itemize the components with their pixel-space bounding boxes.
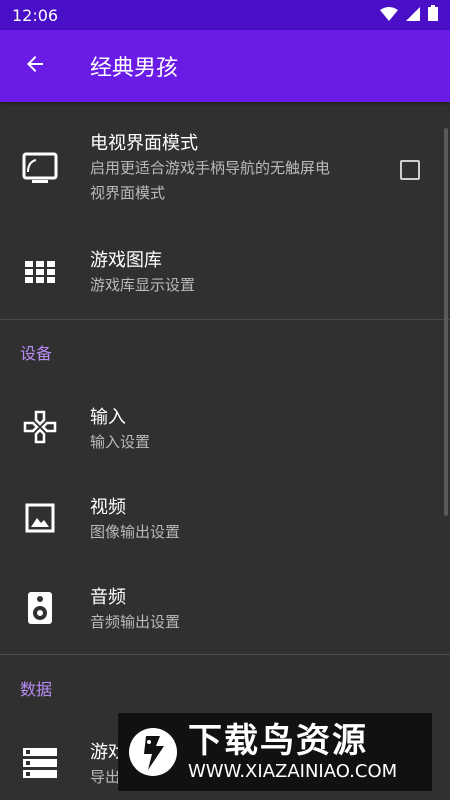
battery-icon (428, 5, 438, 25)
pref-video[interactable]: 视频 图像输出设置 (0, 482, 450, 562)
pref-tv-mode-text: 电视界面模式 启用更适合游戏手柄导航的无触屏电 视界面模式 (90, 132, 330, 206)
pref-audio[interactable]: 音频 音频输出设置 (0, 572, 450, 652)
watermark-title: 下载鸟资源 (188, 721, 368, 761)
status-bar: 12:06 (0, 0, 450, 30)
pref-summary: 游戏库显示设置 (90, 276, 196, 294)
pref-title: 视频 (90, 497, 126, 518)
image-icon (20, 498, 60, 538)
watermark-text: 下载鸟资源 WWW.XIAZAINIAO.COM (188, 721, 397, 783)
pref-summary: 音频输出设置 (90, 613, 181, 631)
pref-title: 输入 (90, 407, 126, 428)
pref-tv-mode[interactable]: 电视界面模式 启用更适合游戏手柄导航的无触屏电 视界面模式 (0, 122, 450, 222)
watermark-url: WWW.XIAZAINIAO.COM (188, 761, 398, 782)
wifi-icon (380, 6, 398, 25)
pref-summary: 视界面模式 (90, 184, 166, 202)
pref-title: 音频 (90, 587, 126, 608)
tv-icon (20, 148, 60, 188)
tv-mode-checkbox[interactable] (400, 160, 420, 180)
watermark-banner: 下载鸟资源 WWW.XIAZAINIAO.COM (118, 713, 432, 791)
divider (0, 319, 450, 320)
status-icons (380, 5, 438, 25)
status-time: 12:06 (12, 5, 59, 25)
pref-input-text: 输入 输入设置 (90, 406, 150, 455)
pref-video-text: 视频 图像输出设置 (90, 496, 180, 545)
scrollbar[interactable] (444, 128, 448, 516)
pref-title: 游戏图库 (90, 250, 162, 271)
pref-input[interactable]: 输入 输入设置 (0, 392, 450, 472)
bird-logo-icon (118, 713, 188, 791)
arrow-back-icon (23, 52, 47, 80)
storage-icon (20, 743, 60, 783)
pref-summary: 输入设置 (90, 433, 151, 451)
settings-list[interactable]: 电视界面模式 启用更适合游戏手柄导航的无触屏电 视界面模式 游戏图库 游戏库显示… (0, 102, 450, 800)
divider (0, 654, 450, 655)
pref-audio-text: 音频 音频输出设置 (90, 586, 180, 635)
pref-summary: 启用更适合游戏手柄导航的无触屏电 (90, 159, 331, 177)
pref-game-library[interactable]: 游戏图库 游戏库显示设置 (0, 232, 450, 312)
app-bar: 经典男孩 (0, 30, 450, 102)
back-button[interactable] (0, 30, 70, 102)
signal-icon (406, 6, 420, 25)
category-devices: 设备 (20, 344, 53, 363)
pref-title: 电视界面模式 (90, 133, 198, 154)
category-data: 数据 (20, 680, 53, 699)
page-title: 经典男孩 (90, 56, 179, 81)
gamepad-icon (20, 407, 60, 447)
speaker-icon (20, 588, 60, 628)
grid-icon (20, 252, 60, 292)
pref-summary: 图像输出设置 (90, 523, 181, 541)
pref-game-library-text: 游戏图库 游戏库显示设置 (90, 249, 195, 298)
